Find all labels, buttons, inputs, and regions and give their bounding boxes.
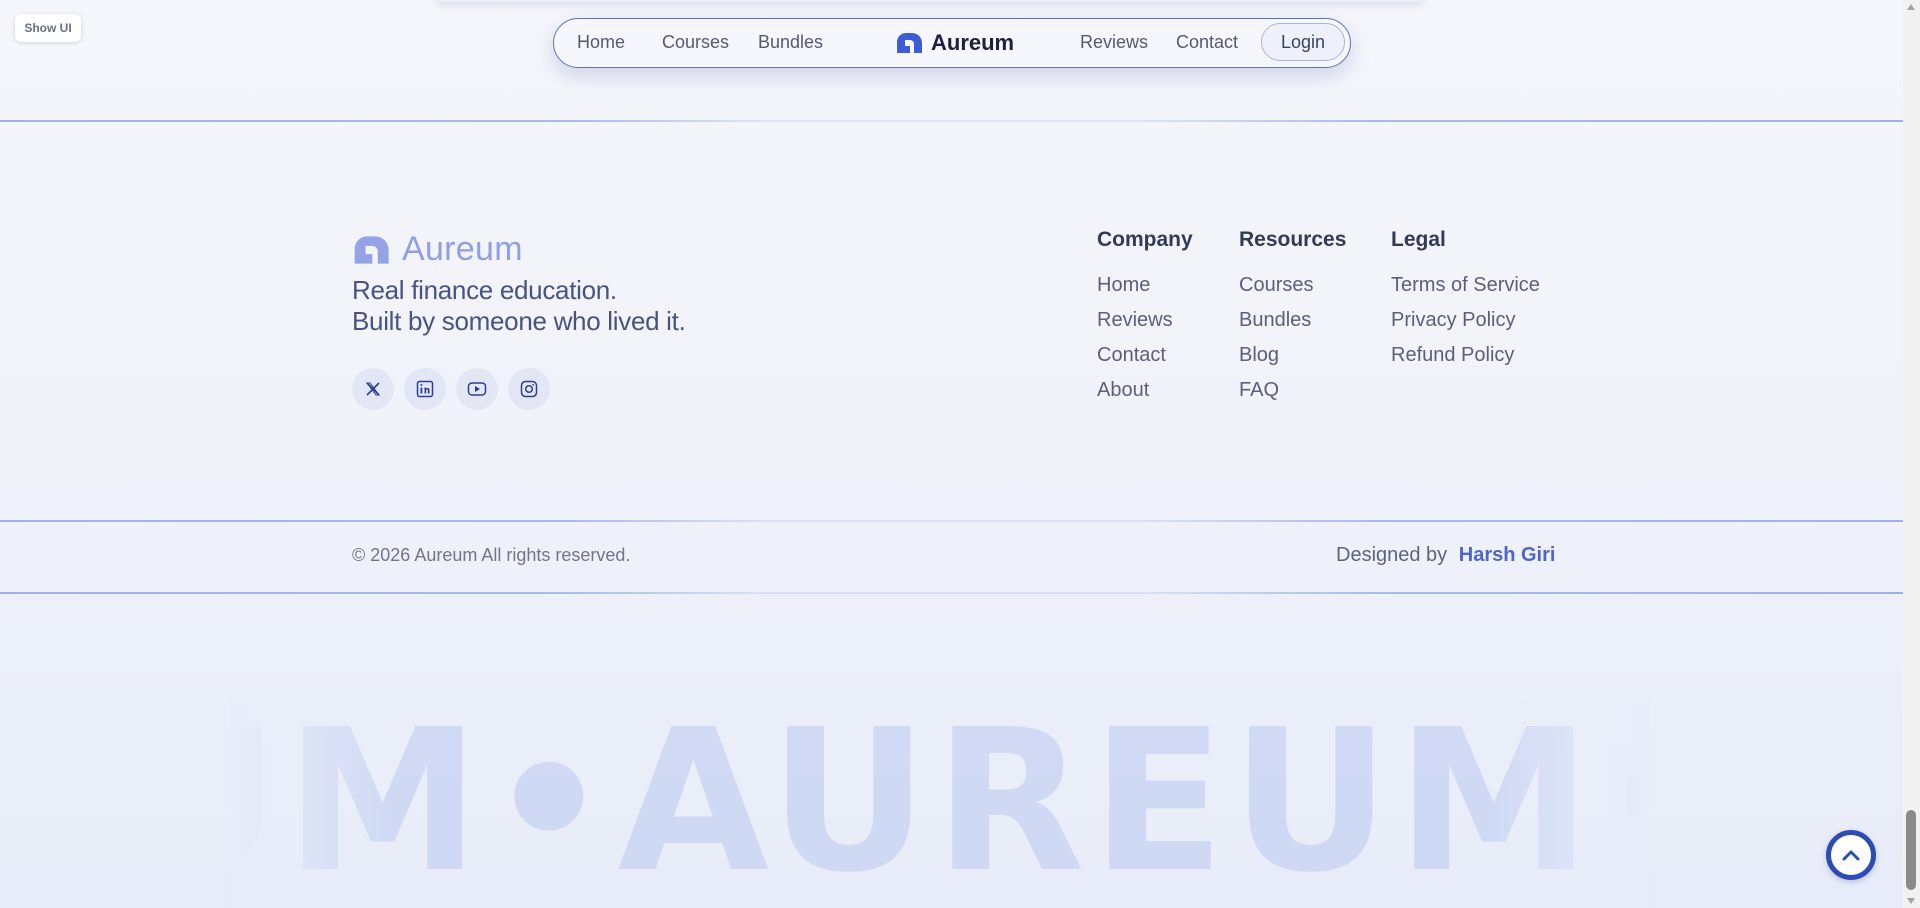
- social-links: [352, 368, 550, 410]
- footer-link-contact[interactable]: Contact: [1097, 338, 1193, 373]
- watermark-text: UM•AUREUM•AU: [230, 700, 1650, 908]
- footer-column-company: Company Home Reviews Contact About: [1097, 228, 1193, 408]
- social-instagram-link[interactable]: [508, 368, 550, 410]
- previous-section-edge: [435, 0, 1425, 2]
- nav-link-courses[interactable]: Courses: [662, 19, 729, 66]
- section-divider: [0, 120, 1903, 122]
- aureum-logo-icon: [897, 32, 922, 53]
- column-title: Company: [1097, 228, 1193, 251]
- nav-link-bundles[interactable]: Bundles: [758, 19, 823, 66]
- footer-link-terms[interactable]: Terms of Service: [1391, 268, 1540, 303]
- watermark-fade-left: [230, 700, 390, 908]
- scrollbar-thumb[interactable]: [1906, 810, 1916, 890]
- designer-link[interactable]: Harsh Giri: [1459, 544, 1556, 566]
- scroll-down-arrow-icon[interactable]: [1907, 898, 1915, 904]
- page-scrollbar[interactable]: [1903, 0, 1920, 908]
- designed-by: Designed by Harsh Giri: [1336, 544, 1555, 567]
- footer-link-refund[interactable]: Refund Policy: [1391, 338, 1540, 373]
- scroll-to-top-button[interactable]: [1826, 830, 1876, 880]
- footer-link-courses[interactable]: Courses: [1239, 268, 1346, 303]
- top-navigation: Home Courses Bundles Aureum Reviews Cont…: [553, 18, 1351, 68]
- nav-brand-name: Aureum: [931, 29, 1015, 55]
- column-title: Legal: [1391, 228, 1446, 251]
- footer-column-resources: Resources Courses Bundles Blog FAQ: [1239, 228, 1346, 408]
- footer-link-reviews[interactable]: Reviews: [1097, 303, 1193, 338]
- footer-link-bundles[interactable]: Bundles: [1239, 303, 1346, 338]
- nav-link-contact[interactable]: Contact: [1176, 19, 1238, 66]
- nav-link-reviews[interactable]: Reviews: [1080, 19, 1148, 66]
- footer-brand-name: Aureum: [402, 230, 523, 268]
- instagram-icon: [520, 380, 538, 398]
- column-title: Resources: [1239, 228, 1347, 251]
- footer-link-faq[interactable]: FAQ: [1239, 373, 1346, 408]
- aureum-logo-icon: [354, 235, 389, 264]
- footer-column-legal: Legal Terms of Service Privacy Policy Re…: [1391, 228, 1540, 373]
- footer-link-home[interactable]: Home: [1097, 268, 1193, 303]
- scroll-up-arrow-icon[interactable]: [1907, 4, 1915, 10]
- footer-tagline: Real finance education. Built by someone…: [352, 275, 686, 337]
- linkedin-icon: [416, 380, 434, 398]
- youtube-icon: [467, 382, 487, 396]
- show-ui-button[interactable]: Show UI: [15, 14, 81, 42]
- designed-by-label: Designed by: [1336, 544, 1448, 566]
- watermark-fade-right: [1490, 700, 1650, 908]
- tagline-line-2: Built by someone who lived it.: [352, 306, 686, 336]
- nav-brand-logo[interactable]: Aureum: [895, 19, 1014, 66]
- social-youtube-link[interactable]: [456, 368, 498, 410]
- brand-watermark: UM•AUREUM•AU: [230, 700, 1650, 908]
- footer-link-privacy[interactable]: Privacy Policy: [1391, 303, 1540, 338]
- login-button[interactable]: Login: [1261, 23, 1345, 61]
- social-linkedin-link[interactable]: [404, 368, 446, 410]
- copyright-text: © 2026 Aureum All rights reserved.: [352, 545, 631, 565]
- footer-divider-bottom: [0, 592, 1903, 594]
- footer-link-about[interactable]: About: [1097, 373, 1193, 408]
- nav-link-home[interactable]: Home: [577, 19, 625, 66]
- tagline-line-1: Real finance education.: [352, 275, 617, 305]
- footer-link-blog[interactable]: Blog: [1239, 338, 1346, 373]
- chevron-up-icon: [1842, 850, 1860, 861]
- footer-brand-logo[interactable]: Aureum: [352, 230, 523, 269]
- x-icon: [366, 382, 380, 396]
- social-x-link[interactable]: [352, 368, 394, 410]
- footer-divider-top: [0, 520, 1903, 522]
